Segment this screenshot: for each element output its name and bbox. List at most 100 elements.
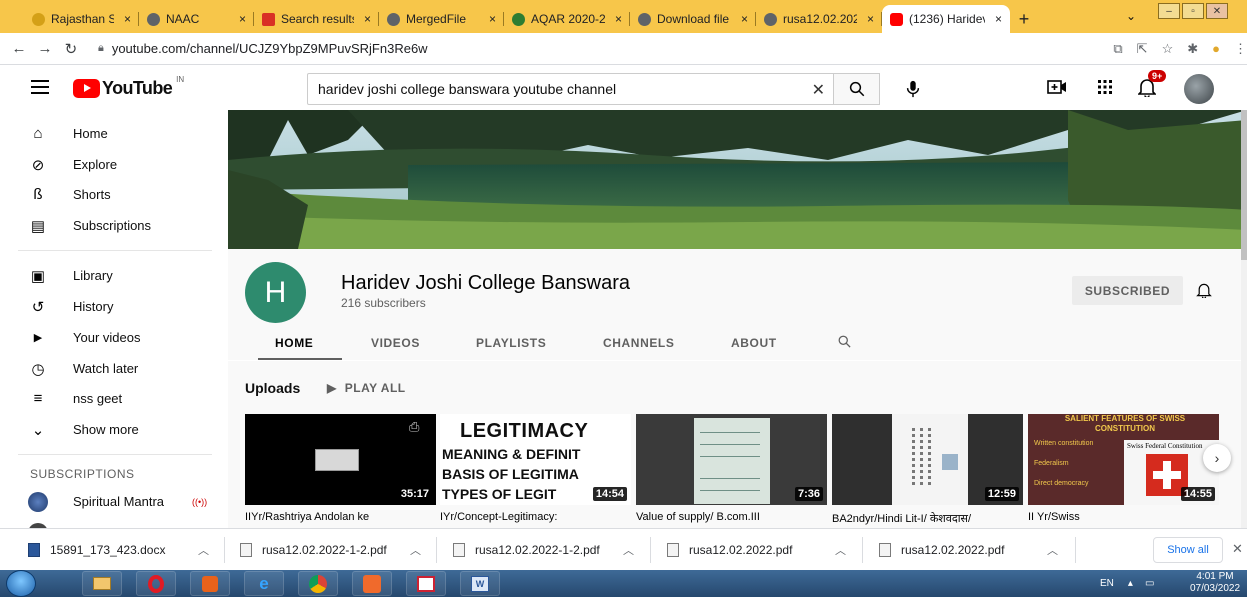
chevron-up-icon[interactable]: ︿: [198, 542, 209, 558]
taskbar-word[interactable]: W: [460, 571, 500, 596]
video-thumbnail[interactable]: 12:59: [832, 414, 1023, 505]
chevron-up-icon[interactable]: ︿: [623, 542, 634, 558]
browser-tab[interactable]: Search results ×: [254, 5, 379, 33]
new-tab-button[interactable]: +: [1010, 5, 1038, 33]
sidebar-item-show-more[interactable]: ⌄ Show more: [0, 414, 228, 445]
taskbar-app[interactable]: [190, 571, 230, 596]
browser-tab[interactable]: Rajasthan Sing ×: [24, 5, 139, 33]
create-video-button[interactable]: [1046, 76, 1068, 98]
youtube-logo[interactable]: YouTube IN: [73, 75, 184, 99]
chevron-up-icon[interactable]: ︿: [835, 542, 846, 558]
back-button[interactable]: ←: [6, 36, 32, 62]
network-icon[interactable]: ▭: [1145, 578, 1154, 589]
subscribed-button[interactable]: SUBSCRIBED: [1072, 276, 1183, 305]
video-card[interactable]: LEGITIMACY MEANING & DEFINIT BASIS OF LE…: [440, 414, 631, 523]
browser-tab[interactable]: Download file ×: [630, 5, 756, 33]
account-avatar[interactable]: [1184, 74, 1214, 104]
channel-search-icon[interactable]: [837, 334, 852, 349]
sidebar-item-playlist[interactable]: ≡ nss geet: [0, 383, 228, 414]
video-title[interactable]: Value of supply/ B.com.III: [636, 511, 827, 523]
sidebar-subscription-item[interactable]: Spiritual Mantra ((•)): [0, 486, 228, 517]
close-shelf-icon[interactable]: ✕: [1232, 541, 1243, 557]
tab-close-icon[interactable]: ×: [239, 12, 246, 26]
voice-search-button[interactable]: [898, 74, 928, 104]
sidebar-item-your-videos[interactable]: ▶ Your videos: [0, 322, 228, 353]
profile-icon[interactable]: ●: [1212, 41, 1220, 57]
tab-search-icon[interactable]: ⌄: [1126, 9, 1136, 23]
page-scrollbar[interactable]: [1241, 110, 1247, 528]
apps-button[interactable]: [1094, 76, 1116, 98]
uploads-heading[interactable]: Uploads: [245, 380, 300, 396]
tab-about[interactable]: ABOUT: [731, 336, 777, 350]
close-window-button[interactable]: ✕: [1206, 3, 1228, 19]
download-item[interactable]: rusa12.02.2022.pdf ︿: [667, 537, 853, 563]
tab-close-icon[interactable]: ×: [124, 12, 131, 26]
video-card[interactable]: 7:36 Value of supply/ B.com.III: [636, 414, 827, 523]
tab-channels[interactable]: CHANNELS: [603, 336, 674, 350]
browser-tab[interactable]: rusa12.02.2022 ×: [756, 5, 882, 33]
sidebar-item-home[interactable]: ⌂ Home: [0, 118, 228, 149]
tab-close-icon[interactable]: ×: [615, 12, 622, 26]
browser-menu-icon[interactable]: ⋮: [1234, 41, 1247, 57]
scrollbar-thumb[interactable]: [1241, 110, 1247, 260]
download-item[interactable]: rusa12.02.2022.pdf ︿: [879, 537, 1065, 563]
browser-tab[interactable]: NAAC ×: [139, 5, 254, 33]
chevron-up-icon[interactable]: ︿: [1047, 542, 1058, 558]
video-card[interactable]: ⎙ 35:17 IIYr/Rashtriya Andolan ke: [245, 414, 436, 523]
video-card[interactable]: SALIENT FEATURES OF SWISS CONSTITUTION W…: [1028, 414, 1219, 523]
sidebar-item-explore[interactable]: ⊘ Explore: [0, 149, 228, 180]
download-item[interactable]: rusa12.02.2022-1-2.pdf ︿: [240, 537, 426, 563]
minimize-button[interactable]: –: [1158, 3, 1180, 19]
notification-bell-icon[interactable]: [1196, 282, 1212, 298]
download-item[interactable]: 15891_173_423.docx ︿: [28, 537, 214, 563]
video-title[interactable]: BA2ndyr/Hindi Lit-I/ केशवदास/: [832, 511, 1023, 526]
sidebar-item-shorts[interactable]: ß Shorts: [0, 179, 228, 210]
play-all-button[interactable]: ▶ PLAY ALL: [327, 381, 406, 395]
browser-tab-active[interactable]: (1236) Haridev ×: [882, 5, 1010, 33]
sidebar-subscription-item[interactable]: [0, 517, 228, 528]
taskbar-opera[interactable]: [136, 571, 176, 596]
clear-search-icon[interactable]: ✕: [812, 80, 825, 100]
video-thumbnail[interactable]: ⎙ 35:17: [245, 414, 436, 505]
sidebar-item-library[interactable]: ▣ Library: [0, 260, 228, 291]
chevron-up-icon[interactable]: ︿: [410, 542, 421, 558]
address-bar[interactable]: 🔒︎ youtube.com/channel/UCJZ9YbpZ9MPuvSRj…: [92, 37, 1101, 61]
tab-close-icon[interactable]: ×: [995, 12, 1002, 26]
start-button[interactable]: [6, 570, 36, 597]
show-hidden-icons[interactable]: ▴: [1128, 578, 1133, 589]
extensions-icon[interactable]: ✱: [1187, 41, 1198, 57]
show-all-downloads-button[interactable]: Show all: [1153, 537, 1223, 563]
video-title[interactable]: IIYr/Rashtriya Andolan ke: [245, 511, 436, 523]
video-thumbnail[interactable]: 7:36: [636, 414, 827, 505]
sidebar-item-watch-later[interactable]: ◷ Watch later: [0, 353, 228, 384]
tab-home[interactable]: HOME: [275, 336, 313, 350]
tab-close-icon[interactable]: ×: [364, 12, 371, 26]
tab-videos[interactable]: VIDEOS: [371, 336, 420, 350]
search-button[interactable]: [834, 73, 880, 105]
tab-close-icon[interactable]: ×: [489, 12, 496, 26]
forward-button[interactable]: →: [32, 36, 58, 62]
taskbar-explorer[interactable]: [82, 571, 122, 596]
browser-tab[interactable]: AQAR 2020-21 ×: [504, 5, 630, 33]
browser-tab[interactable]: MergedFile ×: [379, 5, 504, 33]
search-input[interactable]: haridev joshi college banswara youtube c…: [307, 73, 834, 105]
video-title[interactable]: II Yr/Swiss: [1028, 511, 1219, 523]
taskbar-wps[interactable]: [352, 571, 392, 596]
taskbar-ie[interactable]: e: [244, 571, 284, 596]
video-title[interactable]: IYr/Concept-Legitimacy:: [440, 511, 631, 523]
reload-button[interactable]: ↻: [58, 36, 84, 62]
menu-hamburger-icon[interactable]: [31, 80, 49, 94]
sidebar-item-subscriptions[interactable]: ▤ Subscriptions: [0, 210, 228, 241]
video-card[interactable]: 12:59 BA2ndyr/Hindi Lit-I/ केशवदास/: [832, 414, 1023, 526]
bookmark-star-icon[interactable]: ☆: [1162, 41, 1174, 57]
tab-playlists[interactable]: PLAYLISTS: [476, 336, 546, 350]
video-thumbnail[interactable]: SALIENT FEATURES OF SWISS CONSTITUTION W…: [1028, 414, 1219, 505]
carousel-next-button[interactable]: ›: [1203, 444, 1231, 472]
taskbar-chrome[interactable]: [298, 571, 338, 596]
language-indicator[interactable]: EN: [1100, 578, 1114, 589]
tab-close-icon[interactable]: ×: [741, 12, 748, 26]
maximize-button[interactable]: ▫: [1182, 3, 1204, 19]
taskbar-paint[interactable]: [406, 571, 446, 596]
sidebar-item-history[interactable]: ↺ History: [0, 291, 228, 322]
clock[interactable]: 4:01 PM 07/03/2022: [1186, 571, 1244, 595]
